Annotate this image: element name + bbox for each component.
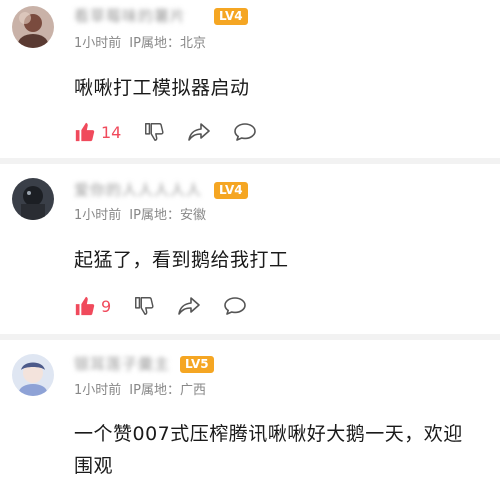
comment-meta: 1小时前 IP属地：安徽	[74, 207, 206, 225]
like-button[interactable]: 14	[74, 121, 121, 143]
comment-time: 1小时前	[74, 208, 122, 223]
level-badge: LV4	[214, 182, 248, 199]
comment-meta: 1小时前 IP属地：广西	[74, 382, 206, 400]
like-button[interactable]: 9	[74, 295, 111, 317]
username[interactable]: 看草莓味的薯片	[74, 6, 186, 26]
avatar[interactable]	[12, 178, 54, 220]
avatar[interactable]	[12, 354, 54, 396]
comment-icon	[224, 297, 246, 315]
like-count: 14	[101, 122, 122, 142]
like-count: 9	[101, 296, 112, 316]
comment-actions: 9	[74, 292, 269, 320]
comment-content: 啾啾打工模拟器启动	[74, 77, 250, 99]
ip-location: IP属地：安徽	[129, 208, 206, 223]
thumbs-up-icon	[75, 296, 95, 316]
thumbs-down-icon	[145, 123, 164, 141]
level-badge: LV5	[180, 356, 214, 373]
comment-item: 银耳莲子羹主 LV5 1小时前 IP属地：广西 一个赞007式压榨腾讯啾啾好大鹅一…	[0, 340, 500, 488]
level-badge: LV4	[214, 8, 248, 25]
avatar[interactable]	[12, 6, 54, 48]
ip-location: IP属地：广西	[129, 383, 206, 398]
comment-actions: 14	[74, 118, 279, 146]
username[interactable]: 银耳莲子羹主	[74, 354, 170, 374]
comment-meta: 1小时前 IP属地：北京	[74, 35, 206, 53]
comment-content: 起猛了，看到鹅给我打工	[74, 249, 289, 271]
comment-time: 1小时前	[74, 383, 122, 398]
share-button[interactable]	[177, 295, 201, 317]
thumbs-down-icon	[135, 297, 154, 315]
username[interactable]: 爱你的人人人人人	[74, 180, 202, 200]
comment-item: 爱你的人人人人人 LV4 1小时前 IP属地：安徽 起猛了，看到鹅给我打工 9	[0, 164, 500, 336]
comment-content: 一个赞007式压榨腾讯啾啾好大鹅一天，欢迎围观	[74, 423, 463, 477]
reply-button[interactable]	[223, 295, 247, 317]
comment-item: 看草莓味的薯片 LV4 1小时前 IP属地：北京 啾啾打工模拟器启动 14	[0, 0, 500, 162]
ip-location: IP属地：北京	[129, 36, 206, 51]
dislike-button[interactable]	[143, 121, 165, 143]
thumbs-up-icon	[75, 122, 95, 142]
share-icon	[188, 123, 211, 141]
reply-button[interactable]	[233, 121, 257, 143]
comment-time: 1小时前	[74, 36, 122, 51]
dislike-button[interactable]	[133, 295, 155, 317]
share-button[interactable]	[187, 121, 211, 143]
comment-icon	[234, 123, 257, 141]
share-icon	[178, 297, 200, 315]
